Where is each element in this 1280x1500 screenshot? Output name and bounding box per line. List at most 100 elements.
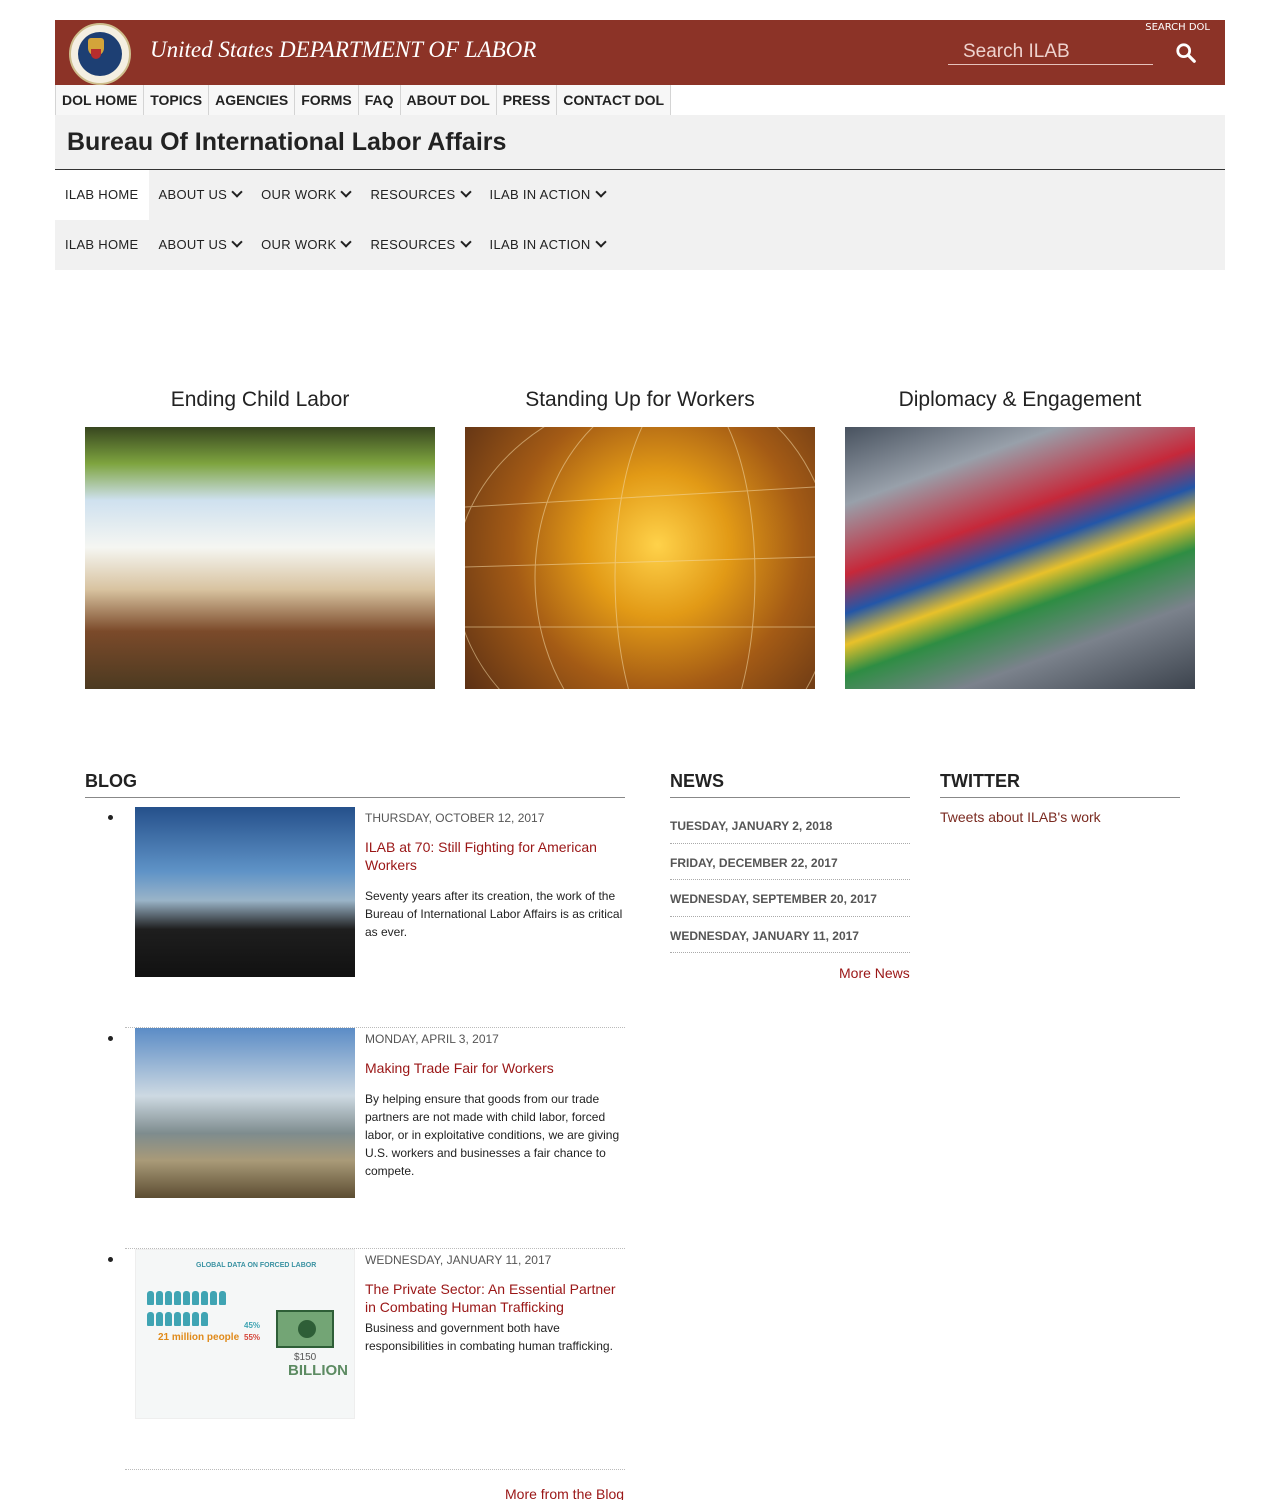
search-dol-link[interactable]: SEARCH DOL <box>1145 22 1210 33</box>
dol-seal-logo[interactable] <box>69 23 131 85</box>
blog-title-link[interactable]: ILAB at 70: Still Fighting for American … <box>365 838 625 874</box>
ilab-in-action-menu[interactable]: ILAB IN ACTION <box>480 220 615 270</box>
nav-contact-dol[interactable]: CONTACT DOL <box>557 85 672 115</box>
nav-faq[interactable]: FAQ <box>358 85 401 115</box>
feature-title[interactable]: Standing Up for Workers <box>465 388 815 428</box>
infographic-billion: BILLION <box>288 1362 348 1379</box>
dol-title[interactable]: United States DEPARTMENT OF LABOR <box>150 37 536 63</box>
person-icon <box>147 1291 154 1305</box>
chevron-down-icon <box>459 236 472 248</box>
blog-date: WEDNESDAY, JANUARY 11, 2017 <box>365 1253 552 1267</box>
person-icon <box>201 1291 208 1305</box>
infographic-title: GLOBAL DATA ON FORCED LABOR <box>196 1262 317 1269</box>
blog-list: THURSDAY, OCTOBER 12, 2017 ILAB at 70: S… <box>85 807 625 1470</box>
search-input[interactable] <box>948 39 1153 65</box>
nav-press[interactable]: PRESS <box>496 85 558 115</box>
person-icon <box>210 1291 217 1305</box>
globe-photo[interactable] <box>454 386 916 768</box>
feature-standing-up-for-workers[interactable]: Standing Up for Workers <box>454 386 916 768</box>
ilab-home-label: ILAB HOME <box>65 187 139 202</box>
blog-title-link[interactable]: The Private Sector: An Essential Partner… <box>365 1280 625 1316</box>
news-item-date[interactable]: WEDNESDAY, JANUARY 11, 2017 <box>670 917 910 953</box>
people-icons <box>146 1290 231 1332</box>
dol-top-nav: DOL HOME TOPICS AGENCIES FORMS FAQ ABOUT… <box>55 85 672 115</box>
person-icon <box>174 1312 181 1326</box>
chevron-down-icon <box>231 186 243 198</box>
chevron-down-icon <box>459 186 472 198</box>
ilab-home-link[interactable]: ILAB HOME <box>55 170 149 220</box>
more-news-link[interactable]: More News <box>839 965 910 981</box>
feature-title[interactable]: Diplomacy & Engagement <box>845 388 1195 428</box>
bureau-banner: Bureau Of International Labor Affairs <box>55 115 1225 170</box>
person-icon <box>156 1291 163 1305</box>
children-photo[interactable] <box>85 427 435 689</box>
resources-menu[interactable]: RESOURCES <box>360 170 479 220</box>
feature-diplomacy-engagement[interactable]: Diplomacy & Engagement <box>845 388 1195 689</box>
person-icon <box>201 1312 208 1326</box>
chevron-down-icon <box>594 236 607 248</box>
nav-agencies[interactable]: AGENCIES <box>209 85 296 115</box>
page-title[interactable]: Bureau Of International Labor Affairs <box>67 128 506 157</box>
flags-photo[interactable] <box>845 427 1195 689</box>
bullet <box>108 1036 113 1041</box>
bill-seal <box>298 1320 316 1338</box>
ilab-nav-duplicate: ILAB HOME ABOUT US OUR WORK RESOURCES IL… <box>55 220 1225 270</box>
person-icon <box>183 1312 190 1326</box>
ilab-home-link[interactable]: ILAB HOME <box>55 220 149 270</box>
about-us-label: ABOUT US <box>158 237 228 252</box>
news-list: TUESDAY, JANUARY 2, 2018 FRIDAY, DECEMBE… <box>670 807 910 953</box>
dollar-bill-icon <box>276 1310 334 1348</box>
chevron-down-icon <box>340 236 353 248</box>
our-work-menu[interactable]: OUR WORK <box>251 220 360 270</box>
forced-labor-infographic[interactable]: GLOBAL DATA ON FORCED LABOR 21 million p… <box>135 1249 355 1419</box>
ilab-in-action-label: ILAB IN ACTION <box>489 187 591 202</box>
dol-header: United States DEPARTMENT OF LABOR SEARCH… <box>55 20 1225 85</box>
pct-male: 45% <box>244 1321 261 1330</box>
blog-summary: By helping ensure that goods from our tr… <box>365 1092 620 1178</box>
blog-post: THURSDAY, OCTOBER 12, 2017 ILAB at 70: S… <box>108 807 625 1028</box>
nav-topics[interactable]: TOPICS <box>144 85 210 115</box>
bullet <box>108 1257 113 1262</box>
resources-menu[interactable]: RESOURCES <box>360 220 479 270</box>
infographic-percentages: 45% 55% <box>244 1320 260 1344</box>
blog-thumbnail[interactable] <box>135 807 355 977</box>
about-us-menu[interactable]: ABOUT US <box>149 220 252 270</box>
globe-grid-lines <box>454 386 916 768</box>
bullet <box>108 815 113 820</box>
news-item-date[interactable]: FRIDAY, DECEMBER 22, 2017 <box>670 844 910 880</box>
blog-heading: BLOG <box>85 771 625 798</box>
shield-icon <box>91 49 101 59</box>
nav-about-dol[interactable]: ABOUT DOL <box>400 85 497 115</box>
feature-ending-child-labor[interactable]: Ending Child Labor <box>85 388 435 689</box>
ilab-in-action-menu[interactable]: ILAB IN ACTION <box>480 170 615 220</box>
person-icon <box>165 1312 172 1326</box>
news-item-date[interactable]: TUESDAY, JANUARY 2, 2018 <box>670 807 910 844</box>
blog-summary: Business and government both have respon… <box>365 1321 613 1353</box>
resources-label: RESOURCES <box>370 237 456 252</box>
feature-title[interactable]: Ending Child Labor <box>85 388 435 428</box>
about-us-label: ABOUT US <box>158 187 228 202</box>
blog-date: THURSDAY, OCTOBER 12, 2017 <box>365 811 545 825</box>
blog-title-link[interactable]: Making Trade Fair for Workers <box>365 1059 625 1077</box>
our-work-label: OUR WORK <box>261 187 337 202</box>
nav-dol-home[interactable]: DOL HOME <box>55 85 145 115</box>
our-work-menu[interactable]: OUR WORK <box>251 170 360 220</box>
blog-thumbnail[interactable] <box>135 1028 355 1198</box>
ilab-in-action-label: ILAB IN ACTION <box>489 237 591 252</box>
nav-forms[interactable]: FORMS <box>295 85 359 115</box>
person-icon <box>192 1291 199 1305</box>
our-work-label: OUR WORK <box>261 237 337 252</box>
about-us-menu[interactable]: ABOUT US <box>149 170 252 220</box>
news-item-date[interactable]: WEDNESDAY, SEPTEMBER 20, 2017 <box>670 880 910 917</box>
more-from-blog-link[interactable]: More from the Blog <box>505 1486 624 1500</box>
blog-summary: Seventy years after its creation, the wo… <box>365 889 623 939</box>
chevron-down-icon <box>594 186 607 198</box>
pct-female: 55% <box>244 1333 261 1342</box>
search-icon[interactable] <box>1175 42 1197 64</box>
person-icon <box>192 1312 199 1326</box>
person-icon <box>174 1291 181 1305</box>
person-icon <box>147 1312 154 1326</box>
chevron-down-icon <box>231 236 243 248</box>
tweets-link[interactable]: Tweets about ILAB's work <box>940 809 1101 825</box>
blog-post: MONDAY, APRIL 3, 2017 Making Trade Fair … <box>108 1028 625 1249</box>
